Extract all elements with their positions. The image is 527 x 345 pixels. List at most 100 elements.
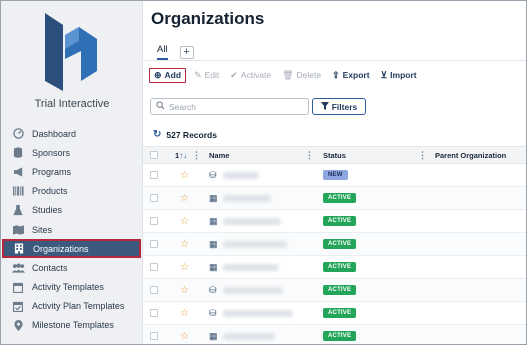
flask-icon bbox=[11, 204, 25, 216]
sidebar-item-label: Products bbox=[32, 186, 68, 197]
building-icon: ▦ bbox=[209, 215, 218, 226]
star-icon[interactable]: ☆ bbox=[180, 239, 189, 250]
sidebar-item-products[interactable]: Products bbox=[1, 182, 143, 201]
organizations-table: 1 ↑↓ ⋮ Name ⋮ Status ⋮ Parent Organizati… bbox=[143, 146, 526, 344]
star-icon[interactable]: ☆ bbox=[180, 216, 189, 227]
trash-icon: 🗑︎ bbox=[282, 69, 294, 80]
sidebar-item-milestone-templates[interactable]: Milestone Templates bbox=[1, 316, 143, 335]
status-badge: ACTIVE bbox=[323, 216, 357, 226]
export-icon: ⇪ bbox=[332, 69, 340, 80]
sidebar-item-sponsors[interactable]: Sponsors bbox=[1, 143, 143, 162]
row-checkbox[interactable] bbox=[150, 332, 158, 340]
sidebar-item-programs[interactable]: Programs bbox=[1, 162, 143, 181]
record-count: ↻ 527 Records bbox=[153, 129, 217, 140]
tab-all[interactable]: All bbox=[157, 44, 168, 60]
trial-interactive-logo bbox=[45, 13, 97, 91]
sidebar-item-studies[interactable]: Studies bbox=[1, 201, 143, 220]
users-icon bbox=[11, 262, 25, 274]
plus-circle-icon: ⊕ bbox=[154, 69, 162, 80]
row-checkbox[interactable] bbox=[150, 240, 158, 248]
sidebar-item-activity-plan-templates[interactable]: Activity Plan Templates bbox=[1, 297, 143, 316]
search-icon bbox=[156, 101, 165, 112]
add-tab-button[interactable]: + bbox=[179, 45, 194, 59]
redacted-name bbox=[223, 332, 275, 340]
parent-organization-header[interactable]: Parent Organization bbox=[435, 147, 506, 163]
sidebar-item-sites[interactable]: Sites bbox=[1, 220, 143, 239]
status-badge: ACTIVE bbox=[323, 285, 357, 295]
megaphone-icon bbox=[11, 166, 25, 178]
redacted-name bbox=[223, 194, 271, 202]
calendar-icon bbox=[11, 281, 25, 293]
database-icon: ⛁ bbox=[209, 169, 217, 180]
check-circle-icon: ✔ bbox=[230, 69, 238, 80]
table-row[interactable]: ☆ ▦ ACTIVE bbox=[143, 210, 526, 233]
sidebar-item-contacts[interactable]: Contacts bbox=[1, 258, 143, 277]
table-row[interactable]: ☆ ⛁ ACTIVE bbox=[143, 279, 526, 302]
database-icon: ⛁ bbox=[209, 284, 217, 295]
calendar-check-icon bbox=[11, 300, 25, 312]
pencil-icon: ✎ bbox=[194, 69, 202, 80]
delete-button[interactable]: 🗑︎ Delete bbox=[282, 70, 321, 81]
table-row[interactable]: ☆ ▦ ACTIVE bbox=[143, 233, 526, 256]
search-placeholder: Search bbox=[169, 101, 196, 112]
sidebar-item-activity-templates[interactable]: Activity Templates bbox=[1, 278, 143, 297]
redacted-name bbox=[223, 171, 259, 179]
main-content: Organizations All + ⊕ Add ✎ Edit ✔ Activ… bbox=[143, 1, 526, 344]
table-header: 1 ↑↓ ⋮ Name ⋮ Status ⋮ Parent Organizati… bbox=[143, 146, 526, 164]
status-badge: NEW bbox=[323, 170, 348, 180]
star-icon[interactable]: ☆ bbox=[180, 285, 189, 296]
select-all-checkbox[interactable] bbox=[150, 151, 158, 159]
column-menu-icon[interactable]: ⋮ bbox=[192, 147, 201, 163]
export-button[interactable]: ⇪ Export bbox=[332, 70, 369, 81]
redacted-name bbox=[223, 217, 281, 225]
name-header[interactable]: Name bbox=[209, 147, 229, 163]
star-icon[interactable]: ☆ bbox=[180, 193, 189, 204]
sidebar-item-label: Contacts bbox=[32, 262, 68, 273]
tab-divider bbox=[143, 60, 526, 61]
table-row[interactable]: ☆ ▦ ACTIVE bbox=[143, 256, 526, 279]
sort-arrows-icon: ↑↓ bbox=[179, 150, 188, 160]
row-checkbox[interactable] bbox=[150, 309, 158, 317]
sort-order-header[interactable]: 1 ↑↓ bbox=[175, 147, 187, 163]
status-badge: ACTIVE bbox=[323, 193, 357, 203]
star-icon[interactable]: ☆ bbox=[180, 331, 189, 342]
status-header[interactable]: Status bbox=[323, 147, 346, 163]
edit-button[interactable]: ✎ Edit bbox=[194, 70, 219, 81]
refresh-icon[interactable]: ↻ bbox=[153, 129, 161, 140]
row-checkbox[interactable] bbox=[150, 263, 158, 271]
sidebar-item-organizations[interactable]: Organizations bbox=[2, 239, 141, 259]
building-icon: ▦ bbox=[209, 192, 218, 203]
sidebar-item-label: Activity Templates bbox=[32, 282, 104, 293]
status-badge: ACTIVE bbox=[323, 308, 357, 318]
redacted-name bbox=[223, 309, 293, 317]
search-input[interactable]: Search bbox=[150, 98, 309, 115]
map-icon bbox=[11, 224, 25, 236]
sidebar-item-dashboard[interactable]: Dashboard bbox=[1, 124, 143, 143]
table-row[interactable]: ☆ ⛁ NEW bbox=[143, 164, 526, 187]
table-row[interactable]: ☆ ⛁ ACTIVE bbox=[143, 302, 526, 325]
sidebar-nav: Dashboard Sponsors Programs Products Stu… bbox=[1, 124, 143, 335]
status-badge: ACTIVE bbox=[323, 262, 357, 272]
table-row[interactable]: ☆ ▦ ACTIVE bbox=[143, 325, 526, 344]
sidebar-item-label: Dashboard bbox=[32, 128, 77, 139]
activate-button[interactable]: ✔ Activate bbox=[230, 70, 271, 81]
redacted-name bbox=[223, 240, 287, 248]
sidebar-item-label: Sponsors bbox=[32, 147, 71, 158]
row-checkbox[interactable] bbox=[150, 171, 158, 179]
table-row[interactable]: ☆ ▦ ACTIVE bbox=[143, 187, 526, 210]
add-button[interactable]: ⊕ Add bbox=[149, 67, 187, 83]
import-button[interactable]: ⊻ Import bbox=[381, 70, 417, 81]
star-icon[interactable]: ☆ bbox=[180, 170, 189, 181]
star-icon[interactable]: ☆ bbox=[180, 262, 189, 273]
dashboard-icon bbox=[11, 128, 25, 140]
row-checkbox[interactable] bbox=[150, 194, 158, 202]
row-checkbox[interactable] bbox=[150, 217, 158, 225]
column-menu-icon[interactable]: ⋮ bbox=[418, 147, 427, 163]
filters-button[interactable]: Filters bbox=[312, 98, 366, 115]
sidebar-item-label: Organizations bbox=[33, 243, 89, 254]
toolbar: ⊕ Add ✎ Edit ✔ Activate 🗑︎ Delete ⇪ Expo… bbox=[149, 66, 526, 84]
column-menu-icon[interactable]: ⋮ bbox=[305, 147, 314, 163]
star-icon[interactable]: ☆ bbox=[180, 308, 189, 319]
brand-name: Trial Interactive bbox=[34, 98, 110, 110]
row-checkbox[interactable] bbox=[150, 286, 158, 294]
